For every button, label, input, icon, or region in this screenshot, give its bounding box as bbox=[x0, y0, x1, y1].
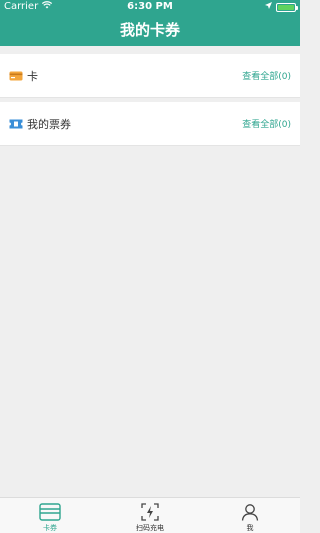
view-all-link[interactable]: 查看全部(0) bbox=[242, 69, 291, 82]
tab-me[interactable]: 我 bbox=[200, 498, 300, 533]
tab-label: 我 bbox=[246, 524, 254, 532]
user-icon bbox=[239, 502, 261, 522]
tab-label: 卡券 bbox=[43, 524, 57, 532]
tab-coupons[interactable]: 卡券 bbox=[0, 498, 100, 533]
list-item-label: 我的票券 bbox=[27, 117, 71, 131]
list-item-label: 卡 bbox=[27, 69, 38, 83]
card-icon bbox=[9, 71, 23, 81]
page-title: 我的卡券 bbox=[119, 21, 180, 39]
view-all-link[interactable]: 查看全部(0) bbox=[242, 117, 291, 130]
tab-scan-charge[interactable]: 扫码充电 bbox=[100, 498, 200, 533]
status-time: 6:30 PM bbox=[127, 1, 173, 12]
status-bar: Carrier 6:30 PM bbox=[0, 0, 300, 14]
app-header: Carrier 6:30 PM 我的卡券 bbox=[0, 0, 300, 46]
battery-level bbox=[278, 4, 294, 10]
list-item-tickets[interactable]: 我的票券 查看全部(0) bbox=[0, 102, 300, 146]
scan-charge-icon bbox=[139, 502, 161, 522]
battery-icon bbox=[276, 2, 298, 12]
coupon-list: 卡 查看全部(0) 我的票券 查看全部(0) bbox=[0, 54, 300, 146]
card-coupon-icon bbox=[39, 502, 61, 522]
list-item-cards[interactable]: 卡 查看全部(0) bbox=[0, 54, 300, 98]
ticket-icon bbox=[9, 119, 23, 129]
tab-bar: 卡券 扫码充电 我 bbox=[0, 497, 300, 533]
tab-label: 扫码充电 bbox=[136, 524, 164, 532]
